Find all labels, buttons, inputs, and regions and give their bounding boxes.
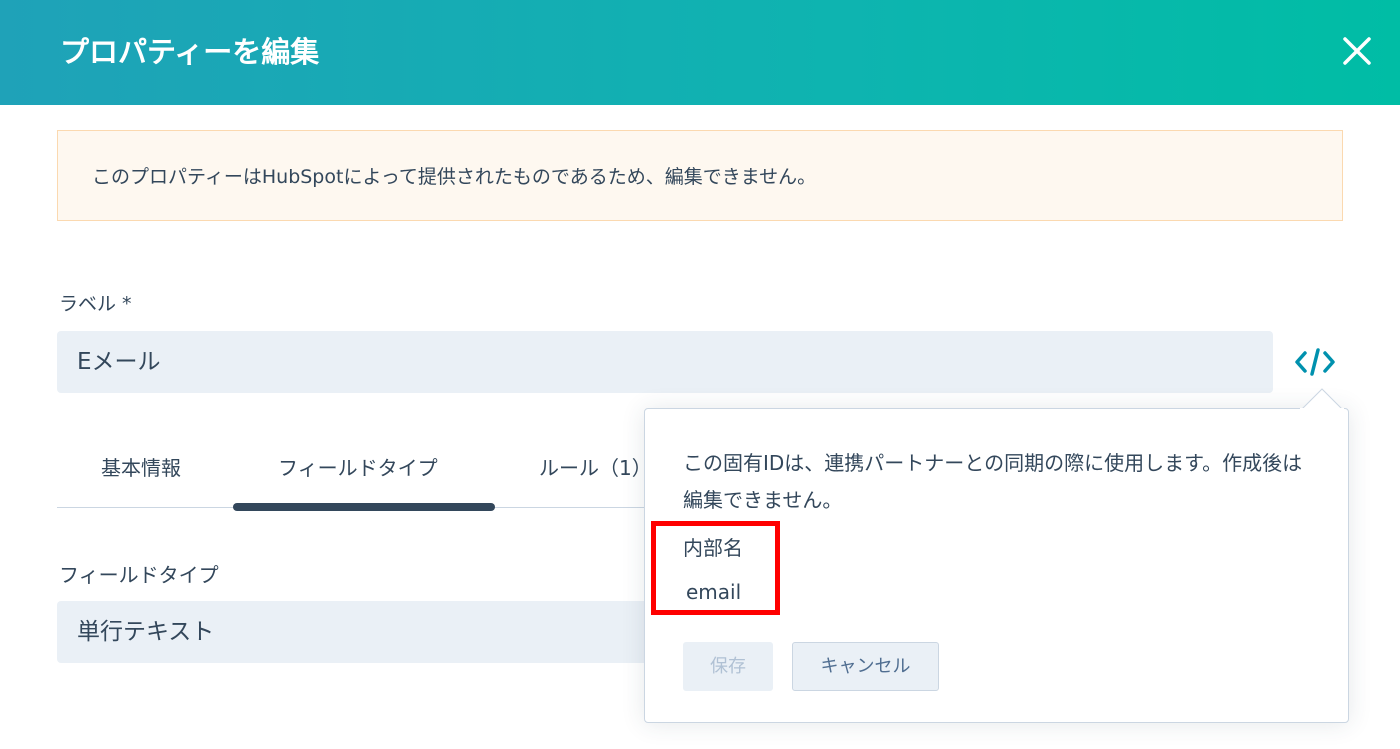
field-type-select[interactable]: 単行テキスト	[57, 601, 657, 663]
field-type-label: フィールドタイプ	[59, 563, 219, 587]
highlight-box	[651, 521, 780, 615]
internal-name-toggle-button[interactable]	[1294, 343, 1336, 381]
notice-text: このプロパティーはHubSpotによって提供されたものであるため、編集できません…	[92, 166, 817, 188]
modal-title: プロパティーを編集	[60, 35, 320, 69]
popover-arrow	[1300, 388, 1344, 412]
tab-rules[interactable]: ルール（1）	[539, 453, 652, 483]
popover-description: この固有IDは、連携パートナーとの同期の際に使用します。作成後は編集できません。	[683, 451, 1303, 512]
tab-basic-info[interactable]: 基本情報	[101, 453, 181, 483]
label-field-label: ラベル *	[59, 293, 132, 315]
save-button[interactable]: 保存	[683, 642, 773, 691]
active-tab-indicator	[233, 503, 495, 511]
close-button[interactable]	[1334, 28, 1380, 74]
label-input[interactable]: Eメール	[57, 331, 1273, 393]
code-brackets-icon	[1295, 348, 1335, 376]
modal-header: プロパティーを編集	[0, 0, 1400, 105]
cancel-button[interactable]: キャンセル	[792, 642, 939, 691]
close-icon	[1343, 37, 1371, 65]
readonly-notice: このプロパティーはHubSpotによって提供されたものであるため、編集できません…	[57, 130, 1343, 221]
tab-field-type[interactable]: フィールドタイプ	[278, 453, 438, 483]
